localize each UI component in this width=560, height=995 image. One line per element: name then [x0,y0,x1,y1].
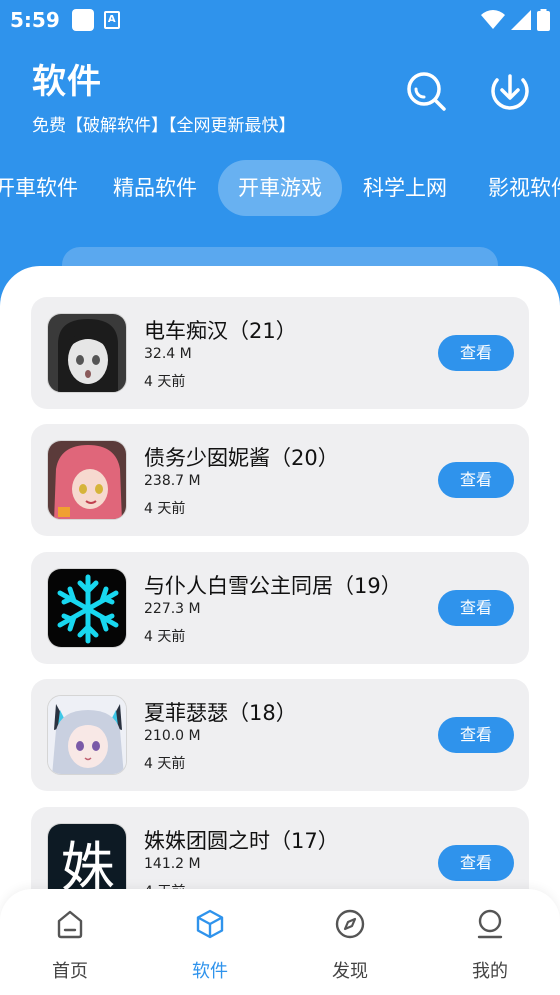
nav-label-software: 软件 [192,961,228,982]
notification-icons: A [71,9,120,31]
app-title: 与仆人白雪公主同居（19） [144,574,402,598]
compass-icon [335,909,365,939]
app-updated-time: 4 天前 [144,374,186,390]
anime-girl-pink-hair-icon [48,441,126,519]
notification-a-icon: A [103,11,120,29]
calligraphy-character-icon: 姝 [48,824,126,890]
page-title: 软件 [32,62,102,102]
list-item[interactable]: 电车痴汉（21） 32.4 M 4 天前 查看 [31,297,529,409]
app-title: 债务少囡妮酱（20） [144,446,339,470]
list-item[interactable]: 与仆人白雪公主同居（19） 227.3 M 4 天前 查看 [31,552,529,664]
page-header: 软件 免费【破解软件】【全网更新最快】 [32,54,296,136]
app-icon [47,568,127,648]
app-updated-time: 4 天前 [144,629,186,645]
app-size: 32.4 M [144,346,192,362]
app-title: 夏菲瑟瑟（18） [144,701,297,725]
app-size: 227.3 M [144,601,201,617]
app-size: 141.2 M [144,856,201,872]
snowflake-icon [48,569,126,647]
app-title: 电车痴汉（21） [144,319,297,343]
calligraphy-character: 姝 [61,836,115,890]
category-tabs: 开車软件 精品软件 开車游戏 科学上网 影视软件 [0,160,560,216]
status-indicators [481,9,550,31]
nav-item-mine[interactable]: 我的 [420,889,560,995]
view-button[interactable]: 查看 [438,462,514,498]
app-icon [47,313,127,393]
tab-kaiche-software[interactable]: 开車软件 [0,160,82,216]
nav-label-home: 首页 [52,961,88,982]
app-updated-time: 4 天前 [144,501,186,517]
view-button[interactable]: 查看 [438,590,514,626]
app-list: 电车痴汉（21） 32.4 M 4 天前 查看 债务少囡妮酱（20） 238.7… [0,266,560,890]
nav-label-mine: 我的 [472,961,508,982]
view-button[interactable]: 查看 [438,717,514,753]
list-item[interactable]: 姝 姝姝团圆之时（17） 141.2 M 4 天前 查看 [31,807,529,890]
status-time: 5:59 [10,8,60,32]
view-button[interactable]: 查看 [438,845,514,881]
tab-vpn[interactable]: 科学上网 [345,160,465,216]
nav-label-discover: 发现 [332,961,368,982]
app-icon [47,695,127,775]
home-icon [57,910,83,939]
bottom-navigation: 首页 软件 发现 我的 [0,889,560,995]
battery-icon [537,9,550,31]
page-subtitle: 免费【破解软件】【全网更新最快】 [32,116,296,136]
app-icon: 姝 [47,823,127,890]
list-item[interactable]: 夏菲瑟瑟（18） 210.0 M 4 天前 查看 [31,679,529,791]
tab-video-software[interactable]: 影视软件 [470,160,560,216]
app-size: 238.7 M [144,473,201,489]
anime-girl-dark-hair-icon [48,314,126,392]
list-item[interactable]: 债务少囡妮酱（20） 238.7 M 4 天前 查看 [31,424,529,536]
profile-icon [477,909,503,939]
search-icon[interactable] [405,70,447,112]
wifi-icon [481,10,505,29]
nav-item-home[interactable]: 首页 [0,889,140,995]
view-button[interactable]: 查看 [438,335,514,371]
nav-item-software[interactable]: 软件 [140,889,280,995]
app-title: 姝姝团圆之时（17） [144,829,339,853]
tab-kaiche-games[interactable]: 开車游戏 [218,160,342,216]
app-icon [47,440,127,520]
anime-girl-cat-ears-icon [48,696,126,774]
cube-icon [196,909,224,939]
content-panel: 电车痴汉（21） 32.4 M 4 天前 查看 债务少囡妮酱（20） 238.7… [0,266,560,995]
status-bar: 5:59 A [0,0,560,40]
download-icon[interactable] [489,70,531,112]
signal-icon [511,10,531,30]
tab-featured-software[interactable]: 精品软件 [95,160,215,216]
nav-item-discover[interactable]: 发现 [280,889,420,995]
app-updated-time: 4 天前 [144,756,186,772]
notification-app-icon [71,9,94,31]
app-size: 210.0 M [144,728,201,744]
